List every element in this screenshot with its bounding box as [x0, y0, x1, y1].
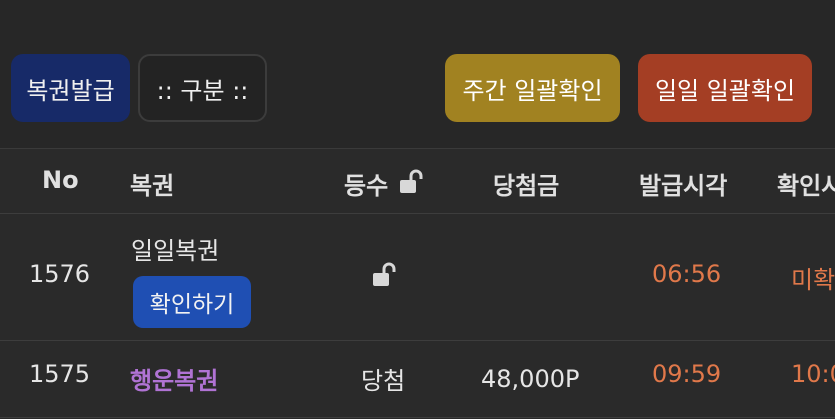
header-confirmed-time: 확인시 [777, 172, 835, 200]
row-confirmed-status: 미확 [791, 266, 835, 294]
header-prize: 당첨금 [493, 172, 560, 200]
confirm-button[interactable]: 확인하기 [133, 276, 251, 328]
header-rank[interactable]: 등수 [344, 166, 388, 201]
lottery-table: No 복권 등수 당첨금 발급시각 확인시 1576 일일복권 확인하기 06:… [0, 148, 835, 419]
header-lottery: 복권 [130, 172, 175, 200]
row-prize: 48,000P [481, 365, 580, 393]
header-issued-time: 발급시각 [639, 172, 728, 200]
weekly-batch-confirm-button[interactable]: 주간 일괄확인 [445, 54, 620, 122]
row-lottery-name: 행운복권 [130, 367, 219, 395]
row-confirmed-time: 10:0 [791, 360, 835, 388]
row-no: 1575 [29, 360, 91, 388]
header-no: No [42, 166, 79, 194]
table-row: 1575 행운복권 당첨 48,000P 09:59 10:0 [0, 341, 835, 418]
row-issued-time: 06:56 [652, 260, 722, 288]
unlock-icon[interactable] [398, 169, 426, 195]
row-no: 1576 [29, 260, 91, 288]
row-rank: 당첨 [361, 367, 406, 395]
issue-lottery-button[interactable]: 복권발급 [11, 54, 130, 122]
unlock-icon[interactable] [371, 262, 399, 288]
row-issued-time: 09:59 [652, 360, 722, 388]
daily-batch-confirm-button[interactable]: 일일 일괄확인 [638, 54, 812, 122]
table-row: 1576 일일복권 확인하기 06:56 미확 [0, 214, 835, 341]
table-header: No 복권 등수 당첨금 발급시각 확인시 [0, 149, 835, 214]
row-lottery-name: 일일복권 [131, 237, 220, 265]
category-select[interactable]: :: 구분 :: [138, 54, 267, 122]
